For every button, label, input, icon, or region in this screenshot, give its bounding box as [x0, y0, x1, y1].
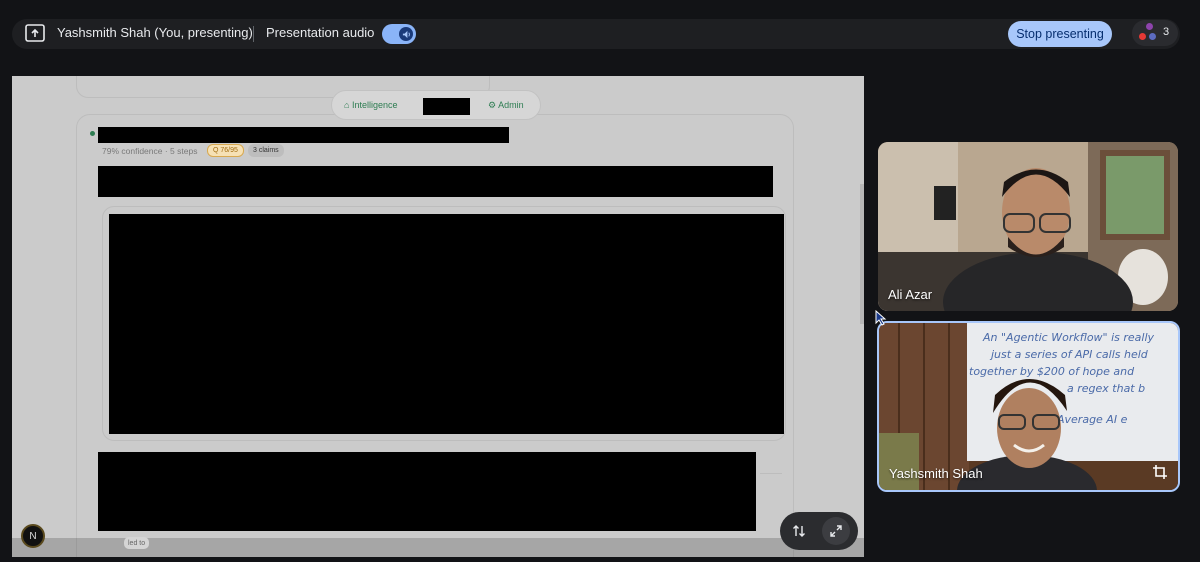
participant-name: Ali Azar	[888, 287, 933, 302]
quality-badge: Q 76/95	[207, 144, 244, 157]
mouse-cursor-icon	[875, 310, 887, 326]
swap-icon[interactable]	[785, 517, 813, 545]
presentation-audio-label: Presentation audio	[266, 25, 375, 40]
participant-avatar	[1149, 33, 1156, 40]
status-dot	[90, 131, 95, 136]
svg-text:just a series of API calls hel: just a series of API calls held	[989, 348, 1149, 361]
screen-tools	[780, 512, 858, 550]
participant-tile[interactable]: Ali Azar	[878, 142, 1178, 311]
fullscreen-icon[interactable]	[822, 517, 850, 545]
nav-admin-label: Admin	[498, 100, 524, 110]
participant-video: An "Agentic Workflow" is really just a s…	[879, 323, 1178, 490]
meeting-top-bar: Yashsmith Shah (You, presenting) Present…	[0, 0, 1200, 62]
divider	[253, 26, 254, 42]
presentation-audio-toggle[interactable]	[382, 24, 416, 44]
divider	[760, 473, 782, 474]
present-screen-icon[interactable]	[25, 24, 45, 42]
presenter-name: Yashsmith Shah (You, presenting)	[57, 25, 253, 40]
participant-avatar	[1139, 33, 1146, 40]
relation-chip: led to	[124, 537, 150, 549]
svg-text:a regex that b: a regex that b	[1067, 382, 1145, 395]
home-icon: ⌂	[344, 100, 350, 110]
redacted-block	[98, 166, 773, 197]
redacted-title	[98, 127, 509, 143]
participant-avatar	[1146, 23, 1153, 30]
svg-text:An "Agentic Workflow" is reall: An "Agentic Workflow" is really	[982, 331, 1155, 344]
redacted-block	[109, 214, 784, 434]
redacted-block	[423, 98, 470, 115]
participant-video	[878, 142, 1178, 311]
participant-name: Yashsmith Shah	[889, 466, 983, 481]
app-avatar[interactable]: N	[21, 524, 45, 548]
scrollbar[interactable]	[860, 184, 864, 324]
participant-tile-self[interactable]: An "Agentic Workflow" is really just a s…	[877, 321, 1180, 492]
stop-presenting-button[interactable]: Stop presenting	[1008, 21, 1112, 47]
nav-admin[interactable]: ⚙ Admin	[488, 100, 524, 111]
crop-icon[interactable]	[1148, 460, 1172, 484]
participants-button[interactable]	[1132, 20, 1178, 46]
gear-icon: ⚙	[488, 100, 497, 110]
redacted-block	[98, 452, 756, 531]
svg-text:together by $200 of hope and: together by $200 of hope and	[969, 365, 1135, 378]
speaker-icon	[399, 27, 413, 41]
claims-badge: 3 claims	[248, 144, 284, 157]
nav-intelligence-label: Intelligence	[351, 100, 398, 110]
shared-screen: ⌂ Intelligence ⚙ Admin 79% confidence · …	[12, 76, 864, 557]
participant-count: 3	[1163, 26, 1170, 38]
nav-intelligence[interactable]: ⌂ Intelligence	[344, 100, 398, 110]
svg-text:Average AI e: Average AI e	[1056, 413, 1128, 426]
card-meta: 79% confidence · 5 steps	[102, 146, 198, 156]
